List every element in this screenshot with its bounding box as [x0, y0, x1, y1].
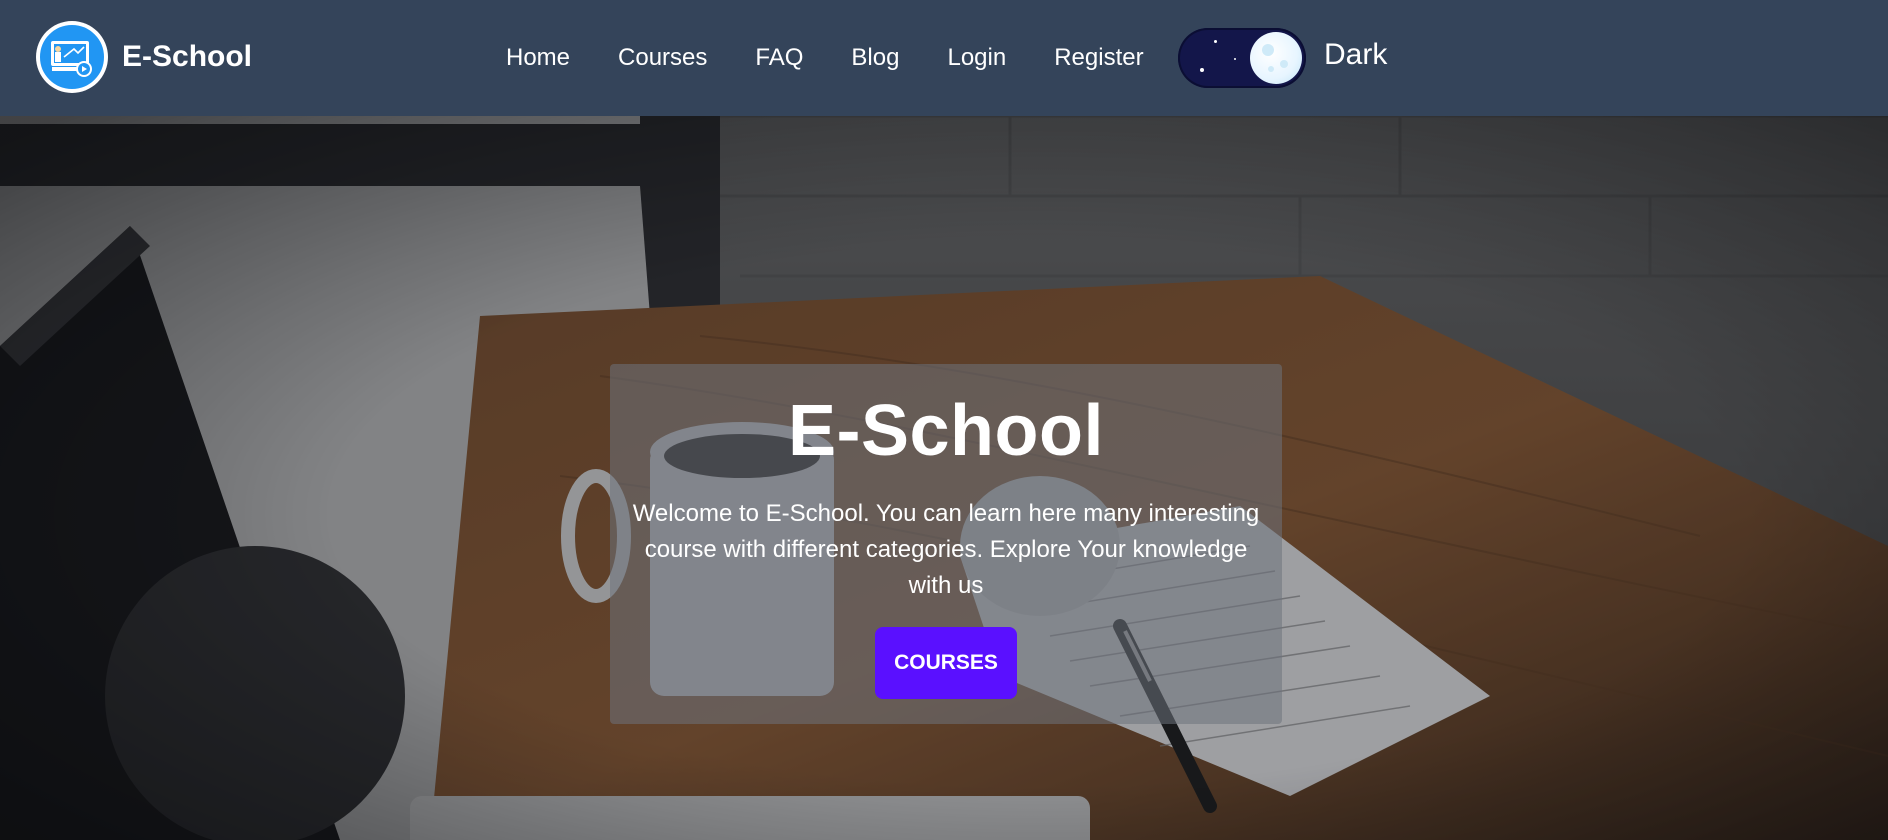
hero-title: E-School — [787, 391, 1104, 471]
brand-name: E-School — [122, 40, 253, 73]
nav-register[interactable]: Register — [1030, 44, 1167, 72]
dark-mode-toggle[interactable] — [1178, 28, 1306, 88]
nav-blog[interactable]: Blog — [827, 44, 923, 72]
moon-icon — [1250, 32, 1302, 84]
hero-description: Welcome to E-School. You can learn here … — [632, 500, 1260, 599]
star-icon — [1214, 40, 1217, 43]
nav-login[interactable]: Login — [923, 44, 1030, 72]
brand-link[interactable]: E-School — [36, 20, 252, 94]
nav-courses[interactable]: Courses — [594, 44, 731, 72]
navbar: E-School Home Courses FAQ Blog Login Reg… — [0, 0, 1888, 116]
dark-mode-label: Dark — [1324, 38, 1388, 71]
courses-button[interactable]: COURSES — [875, 627, 1017, 699]
main-nav: Home Courses FAQ Blog Login Register — [482, 0, 1168, 116]
star-icon — [1234, 58, 1236, 60]
hero-section: E-School Welcome to E-School. You can le… — [0, 116, 1888, 840]
nav-home[interactable]: Home — [482, 44, 594, 72]
star-icon — [1200, 68, 1204, 72]
nav-faq[interactable]: FAQ — [731, 44, 827, 72]
teacher-screen-icon — [36, 21, 108, 93]
hero-card: E-School Welcome to E-School. You can le… — [610, 364, 1282, 724]
